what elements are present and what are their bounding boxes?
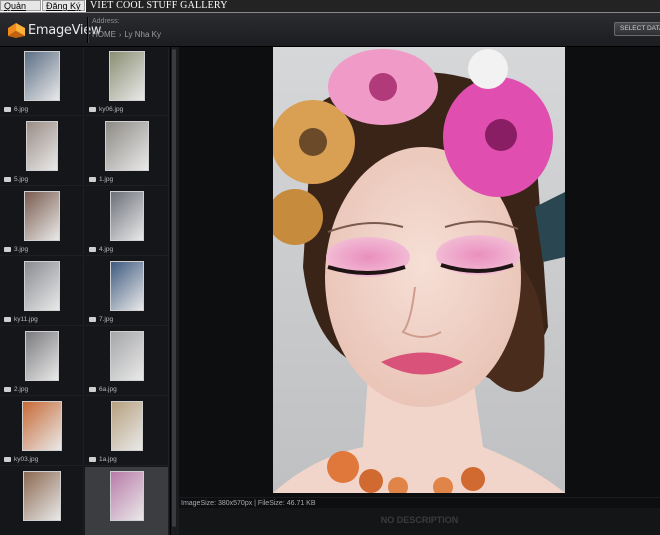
- camera-icon: [89, 456, 96, 462]
- thumbnail-filename: 6.jpg: [14, 106, 29, 113]
- thumbnail-caption: 1.jpg: [89, 176, 113, 183]
- thumbnail-image[interactable]: [109, 331, 144, 381]
- main-photo[interactable]: [273, 47, 565, 493]
- thumbnail-caption: 1a.jpg: [89, 456, 117, 463]
- thumbnail-sidebar: 6.jpg ky06.jpg 5.jpg 1.jpg 3.jpg 4.jpg ky11.jp…: [0, 47, 170, 535]
- thumbnail-image[interactable]: [25, 121, 58, 171]
- thumbnail-filename: 5.jpg: [14, 176, 29, 183]
- thumbnail-image[interactable]: [109, 471, 144, 521]
- thumbnail-filename: ky06.jpg: [99, 106, 124, 113]
- header-divider: [87, 17, 89, 43]
- thumbnail-item[interactable]: ky06.jpg: [85, 47, 169, 116]
- thumbnail-item[interactable]: 1a.jpg: [85, 397, 169, 466]
- camera-icon: [4, 246, 11, 252]
- thumbnail-item[interactable]: 7.jpg: [85, 257, 169, 326]
- thumbnail-image[interactable]: [23, 261, 60, 311]
- camera-icon: [89, 386, 96, 392]
- breadcrumb-current[interactable]: Ly Nha Ky: [124, 30, 161, 39]
- image-info: ImageSize: 380x570px | FileSize: 46.71 K…: [181, 500, 316, 507]
- camera-icon: [4, 386, 11, 392]
- camera-icon: [89, 176, 96, 182]
- thumbnail-filename: 6a.jpg: [99, 386, 117, 393]
- sidebar-scrollbar-thumb[interactable]: [172, 49, 176, 527]
- thumbnail-caption: 4.jpg: [89, 246, 113, 253]
- thumbnail-image[interactable]: [22, 471, 61, 521]
- breadcrumb-home[interactable]: HOME: [92, 30, 116, 39]
- site-bar: Quản Lý Đăng Ký VIET COOL STUFF GALLERY: [0, 0, 660, 22]
- camera-icon: [4, 456, 11, 462]
- thumbnail-item[interactable]: 4.jpg: [85, 187, 169, 256]
- thumbnail-item[interactable]: ky03.jpg: [0, 397, 84, 466]
- select-database-button[interactable]: SELECT DATABASE: [614, 22, 660, 36]
- thumbnail-caption: ky06.jpg: [89, 106, 123, 113]
- thumbnail-caption: ky03.jpg: [4, 456, 38, 463]
- thumbnail-item[interactable]: 6a.jpg: [85, 327, 169, 396]
- thumbnail-filename: 1.jpg: [99, 176, 114, 183]
- thumbnail-image[interactable]: [23, 191, 60, 241]
- camera-icon: [4, 106, 11, 112]
- thumbnail-filename: 4.jpg: [99, 246, 114, 253]
- thumbnail-image[interactable]: [108, 51, 145, 101]
- thumbnail-image[interactable]: [24, 331, 59, 381]
- breadcrumb-separator-icon: ›: [119, 32, 122, 39]
- thumbnail-caption: 5.jpg: [4, 176, 28, 183]
- thumbnail-item[interactable]: 1.jpg: [85, 117, 169, 186]
- thumbnail-caption: 7.jpg: [89, 316, 113, 323]
- app-logo-text: EmageView: [28, 23, 102, 38]
- thumbnail-item[interactable]: ky11.jpg: [0, 257, 84, 326]
- thumbnail-filename: ky11.jpg: [14, 316, 38, 323]
- thumbnail-item[interactable]: [0, 467, 84, 535]
- image-description: NO DESCRIPTION: [179, 508, 660, 535]
- thumbnail-item[interactable]: 6.jpg: [0, 47, 84, 116]
- thumbnail-item[interactable]: 2.jpg: [0, 327, 84, 396]
- thumbnail-caption: 2.jpg: [4, 386, 28, 393]
- thumbnail-filename: 7.jpg: [99, 316, 114, 323]
- camera-icon: [89, 246, 96, 252]
- thumbnail-caption: 6.jpg: [4, 106, 28, 113]
- thumbnail-caption: ky11.jpg: [4, 316, 38, 323]
- app-header: EmageView Address: HOME › Ly Nha Ky SELECT…: [0, 13, 660, 47]
- thumbnail-item[interactable]: 5.jpg: [0, 117, 84, 186]
- camera-icon: [4, 176, 11, 182]
- thumbnail-image[interactable]: [109, 261, 144, 311]
- thumbnail-filename: ky03.jpg: [14, 456, 39, 463]
- thumbnail-caption: 3.jpg: [4, 246, 28, 253]
- thumbnail-image[interactable]: [23, 51, 60, 101]
- breadcrumb: HOME › Ly Nha Ky: [92, 30, 161, 39]
- thumbnail-filename: 2.jpg: [14, 386, 29, 393]
- thumbnail-caption: 6a.jpg: [89, 386, 117, 393]
- thumbnail-image[interactable]: [104, 121, 149, 171]
- camera-icon: [89, 106, 96, 112]
- thumbnail-filename: 3.jpg: [14, 246, 29, 253]
- emageview-logo-icon: [8, 23, 25, 38]
- thumbnail-image[interactable]: [109, 191, 144, 241]
- tab-quan-ly[interactable]: Quản Lý: [0, 0, 41, 22]
- thumbnail-item[interactable]: [85, 467, 169, 535]
- camera-icon: [4, 316, 11, 322]
- camera-icon: [89, 316, 96, 322]
- site-title: VIET COOL STUFF GALLERY: [86, 0, 660, 12]
- thumbnail-image[interactable]: [110, 401, 143, 451]
- tab-dang-ky[interactable]: Đăng Ký: [42, 0, 85, 11]
- thumbnail-item[interactable]: 3.jpg: [0, 187, 84, 256]
- thumbnail-filename: 1a.jpg: [99, 456, 117, 463]
- portrait-image: [273, 47, 565, 493]
- thumbnail-image[interactable]: [21, 401, 62, 451]
- address-label: Address:: [92, 18, 120, 25]
